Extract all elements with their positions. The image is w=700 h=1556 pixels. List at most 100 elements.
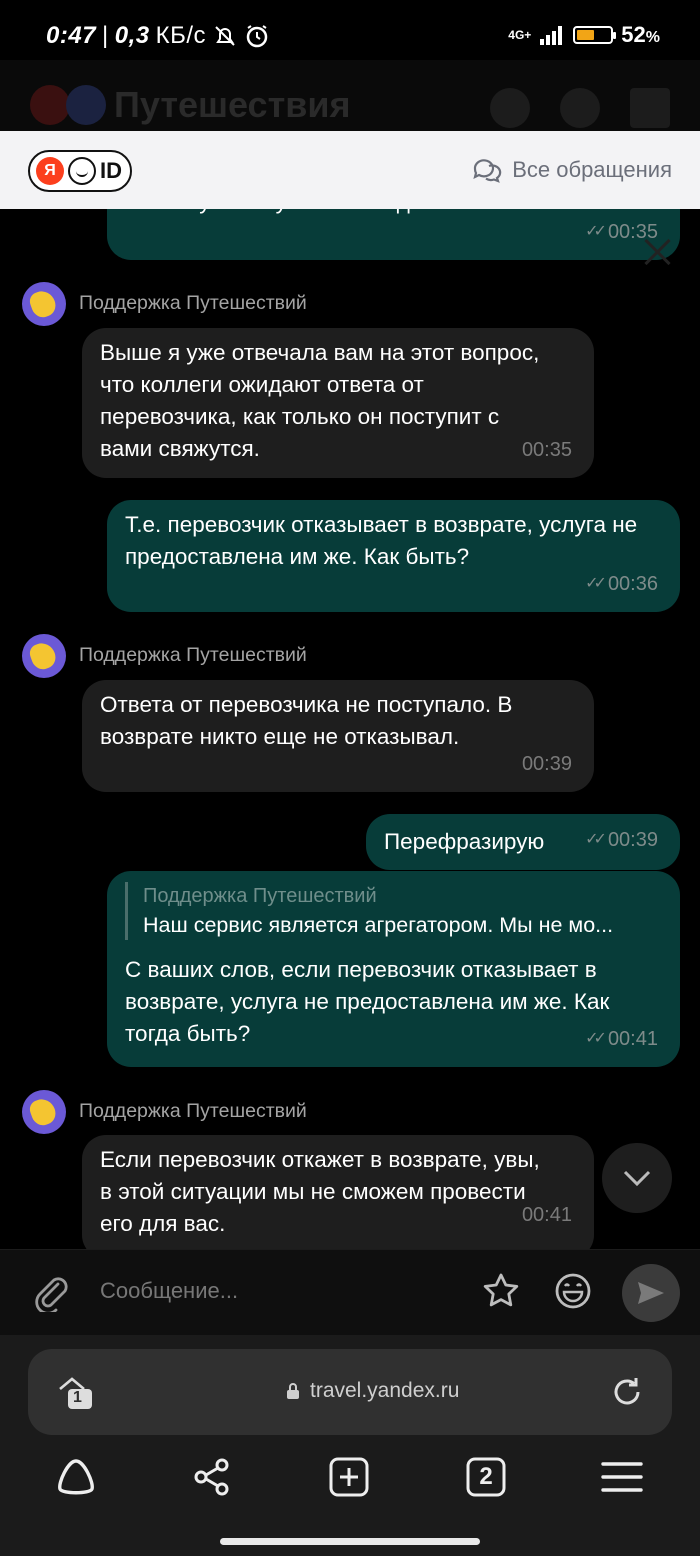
url-text: travel.yandex.ru [310,1379,460,1402]
message-bubble-outgoing[interactable]: Т.е. перевозчик отказывает в возврате, у… [107,500,680,612]
send-icon [638,1282,664,1304]
share-button[interactable] [190,1455,234,1499]
message-bubble-outgoing[interactable]: Перефразирую ✓✓ 00:39 [366,814,680,870]
favorites-button[interactable] [482,1272,520,1315]
message-time-value: 00:36 [607,573,658,595]
message-bubble-incoming[interactable]: Выше я уже отвечала вам на этот вопрос, … [82,328,594,478]
message-time: 00:41 [522,1199,572,1231]
browser-chrome: 1 travel.yandex.ru 2 [0,1335,700,1556]
message-bubble-incoming[interactable]: Ответа от перевозчика не поступало. В во… [82,680,594,792]
new-tab-icon [329,1457,369,1497]
message-composer: Сообщение... [0,1249,700,1335]
chevron-down-icon [623,1170,651,1187]
travel-header: Путешествия [0,60,700,132]
message-time: ✓✓ 00:36 [585,568,658,600]
avatar [22,1090,66,1134]
status-bar: 0:47 | 0,3 КБ/с 4G+ 52% [0,0,700,60]
battery-suffix: % [645,29,660,46]
quoted-sender: Поддержка Путешествий [143,885,377,907]
all-requests-button[interactable]: Все обращения [472,157,672,183]
message-text: Выше я уже отвечала вам на этот вопрос, … [100,340,540,461]
alarm-icon [246,25,268,48]
status-left: 0:47 | 0,3 КБ/с [46,22,270,50]
message-text: С ваших слов, если перевозчик отказывает… [125,957,610,1046]
globe-logo-dot [66,85,106,125]
browser-navbar: 2 [0,1455,700,1515]
message-time-value: 00:35 [521,439,572,461]
send-button[interactable] [622,1264,680,1322]
incognito-count: 1 [73,1389,82,1406]
chat-area[interactable]: выписку автобусов в этот день? ✓✓00:35 П… [0,209,700,1249]
clock: 0:47 [46,22,97,49]
message-time: 00:39 [522,748,572,780]
sender-name: Поддержка Путешествий [79,644,307,666]
avatar [22,282,66,326]
heart-icon [560,88,600,128]
message-time: ✓✓ 00:41 [585,1023,658,1055]
travel-logo: Путешествия [30,84,350,126]
message-text: Т.е. перевозчик отказывает в возврате, у… [125,512,638,569]
network-speed-unit: КБ/с [155,22,207,49]
message-bubble-outgoing[interactable]: выписку автобусов в этот день? ✓✓00:35 [107,209,680,260]
reload-icon [614,1378,640,1405]
lock-icon [287,1383,299,1399]
new-tab-button[interactable] [327,1455,371,1499]
bell-off-icon [215,26,235,46]
all-requests-label: Все обращения [512,157,672,182]
emoji-icon [555,1273,591,1309]
alice-icon [58,1459,94,1495]
network-speed: 0,3 [114,22,150,49]
tabs-button[interactable]: 2 [464,1455,508,1499]
plus-icon [490,88,530,128]
url-display[interactable]: travel.yandex.ru [286,1379,459,1403]
clip-icon [35,1277,68,1315]
read-check-icon: ✓✓ [585,223,607,240]
yandex-logo-dot [30,85,70,125]
read-check-icon: ✓✓ [585,575,607,592]
message-text: выписку автобусов в этот день? [125,209,459,218]
message-time: ✓✓ 00:39 [585,824,658,856]
message-input[interactable]: Сообщение... [100,1278,238,1304]
yandex-id-logo[interactable]: Я ID [28,150,132,192]
tabs-count: 2 [479,1463,493,1490]
read-check-icon: ✓✓ [585,1030,607,1047]
yandex-id-bar: Я ID Все обращения [0,131,700,209]
menu-icon [601,1462,643,1492]
message-time-value: 00:39 [521,753,572,775]
network-type: 4G+ [508,28,532,42]
status-right: 4G+ 52% [508,22,660,48]
message-time-value: 00:41 [607,1028,658,1050]
smile-icon [68,157,96,185]
close-icon[interactable] [640,235,674,269]
travel-logo-text: Путешествия [114,84,351,125]
emoji-button[interactable] [554,1272,592,1315]
message-bubble-incoming[interactable]: Если перевозчик откажет в возврате, увы,… [82,1135,594,1249]
battery-fill [577,30,594,40]
star-icon [483,1273,519,1307]
alice-button[interactable] [54,1455,98,1499]
message-time-value: 00:41 [521,1204,572,1226]
battery-percent: 52 [621,22,646,47]
incognito-tabs-button[interactable]: 1 [56,1375,96,1416]
read-check-icon: ✓✓ [585,831,607,848]
battery-level: 52% [621,22,660,48]
sender-name: Поддержка Путешествий [79,1100,307,1122]
menu-icon [630,88,670,128]
message-text: Ответа от перевозчика не поступало. В во… [100,692,513,749]
quoted-message[interactable]: Поддержка Путешествий Наш сервис являетс… [125,882,662,940]
attach-button[interactable] [32,1272,68,1317]
message-text: Если перевозчик откажет в возврате, увы,… [100,1147,540,1236]
avatar [22,634,66,678]
scroll-down-button[interactable] [602,1143,672,1213]
sender-name: Поддержка Путешествий [79,292,307,314]
reload-button[interactable] [610,1375,644,1414]
message-bubble-outgoing[interactable]: Поддержка Путешествий Наш сервис являетс… [107,871,680,1067]
share-icon [194,1458,229,1496]
battery-icon [573,26,617,44]
yandex-id-label: ID [100,158,122,183]
gesture-bar[interactable] [220,1538,480,1545]
quoted-text: Наш сервис является агрегатором. Мы не м… [143,913,614,937]
browser-menu-button[interactable] [600,1455,644,1499]
address-bar[interactable]: 1 travel.yandex.ru [28,1349,672,1435]
status-separator: | [102,22,109,49]
